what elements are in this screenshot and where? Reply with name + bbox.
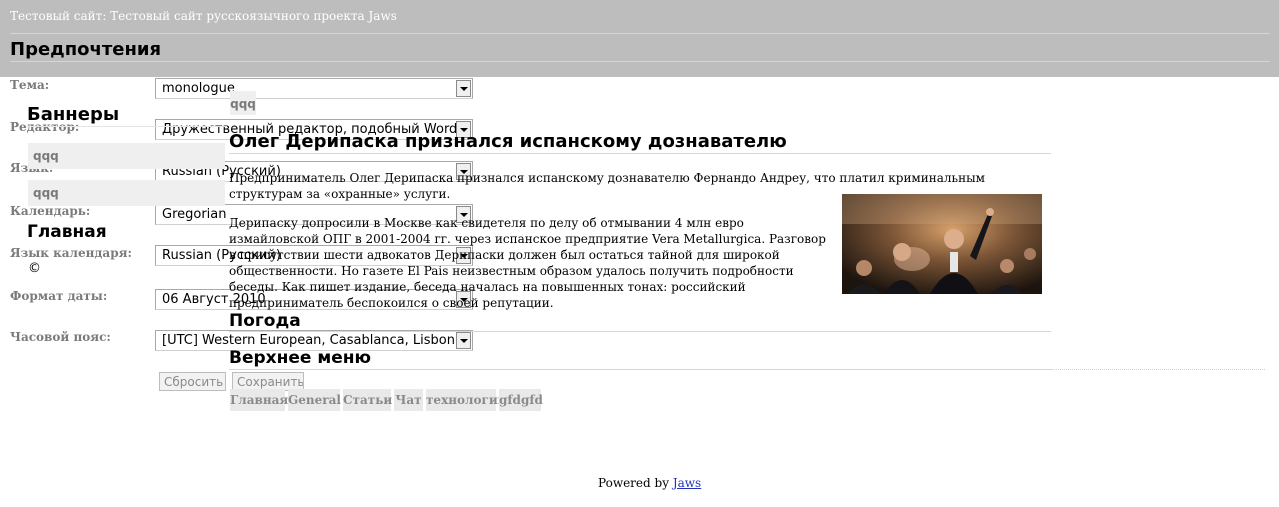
dotted-divider xyxy=(1051,369,1265,370)
menu-item-articles[interactable]: Статьи xyxy=(343,389,392,411)
footer: Powered by Jaws xyxy=(598,476,701,490)
banners-title: Баннеры xyxy=(27,104,120,125)
calendar-language-label: Язык календаря: xyxy=(10,246,132,260)
top-menu-divider xyxy=(229,369,1051,370)
calendar-label: Календарь: xyxy=(10,204,91,218)
jaws-link[interactable]: Jaws xyxy=(673,476,701,490)
menu-item-gfdgfd[interactable]: gfdgfd xyxy=(499,389,543,411)
article-photo xyxy=(842,194,1042,294)
menu-item-technology[interactable]: технологии xyxy=(426,389,507,411)
article-body: Дерипаску допросили в Москве как свидете… xyxy=(229,216,826,310)
chevron-down-icon xyxy=(456,332,471,349)
header-divider xyxy=(10,33,1270,34)
date-format-label: Формат даты: xyxy=(10,289,108,303)
powered-by-text: Powered by xyxy=(598,476,669,490)
main-block-title: Главная xyxy=(27,222,107,242)
reset-button[interactable]: Сбросить xyxy=(159,372,226,391)
weather-title: Погода xyxy=(229,311,301,331)
theme-value: monologue xyxy=(162,81,235,96)
copyright-symbol: © xyxy=(28,261,41,276)
article-divider xyxy=(229,153,1051,154)
menu-item-general[interactable]: General xyxy=(288,389,341,411)
top-menu-title: Верхнее меню xyxy=(229,348,372,368)
timezone-label: Часовой пояс: xyxy=(10,330,111,344)
theme-label: Тема: xyxy=(10,78,50,92)
chevron-down-icon xyxy=(456,80,471,97)
banners-divider xyxy=(27,126,227,127)
article-title[interactable]: Олег Дерипаска признался испанскому дозн… xyxy=(229,131,787,152)
menu-item-main[interactable]: Главная xyxy=(230,389,288,411)
menu-item-chat[interactable]: Чат xyxy=(394,389,423,411)
site-title: Тестовый сайт: Тестовый сайт русскоязычн… xyxy=(10,9,397,23)
theme-select[interactable]: monologue xyxy=(155,78,473,99)
banner-item[interactable]: qqq xyxy=(230,91,256,115)
timezone-value: [UTC] Western European, Casablanca, Lisb… xyxy=(162,333,458,348)
banner-item[interactable]: qqq xyxy=(28,143,225,169)
article-photo-graphic xyxy=(842,194,1042,294)
page-title: Предпочтения xyxy=(10,39,162,60)
banner-item[interactable]: qqq xyxy=(28,180,225,206)
title-divider xyxy=(10,61,1270,62)
weather-divider xyxy=(229,331,1051,332)
